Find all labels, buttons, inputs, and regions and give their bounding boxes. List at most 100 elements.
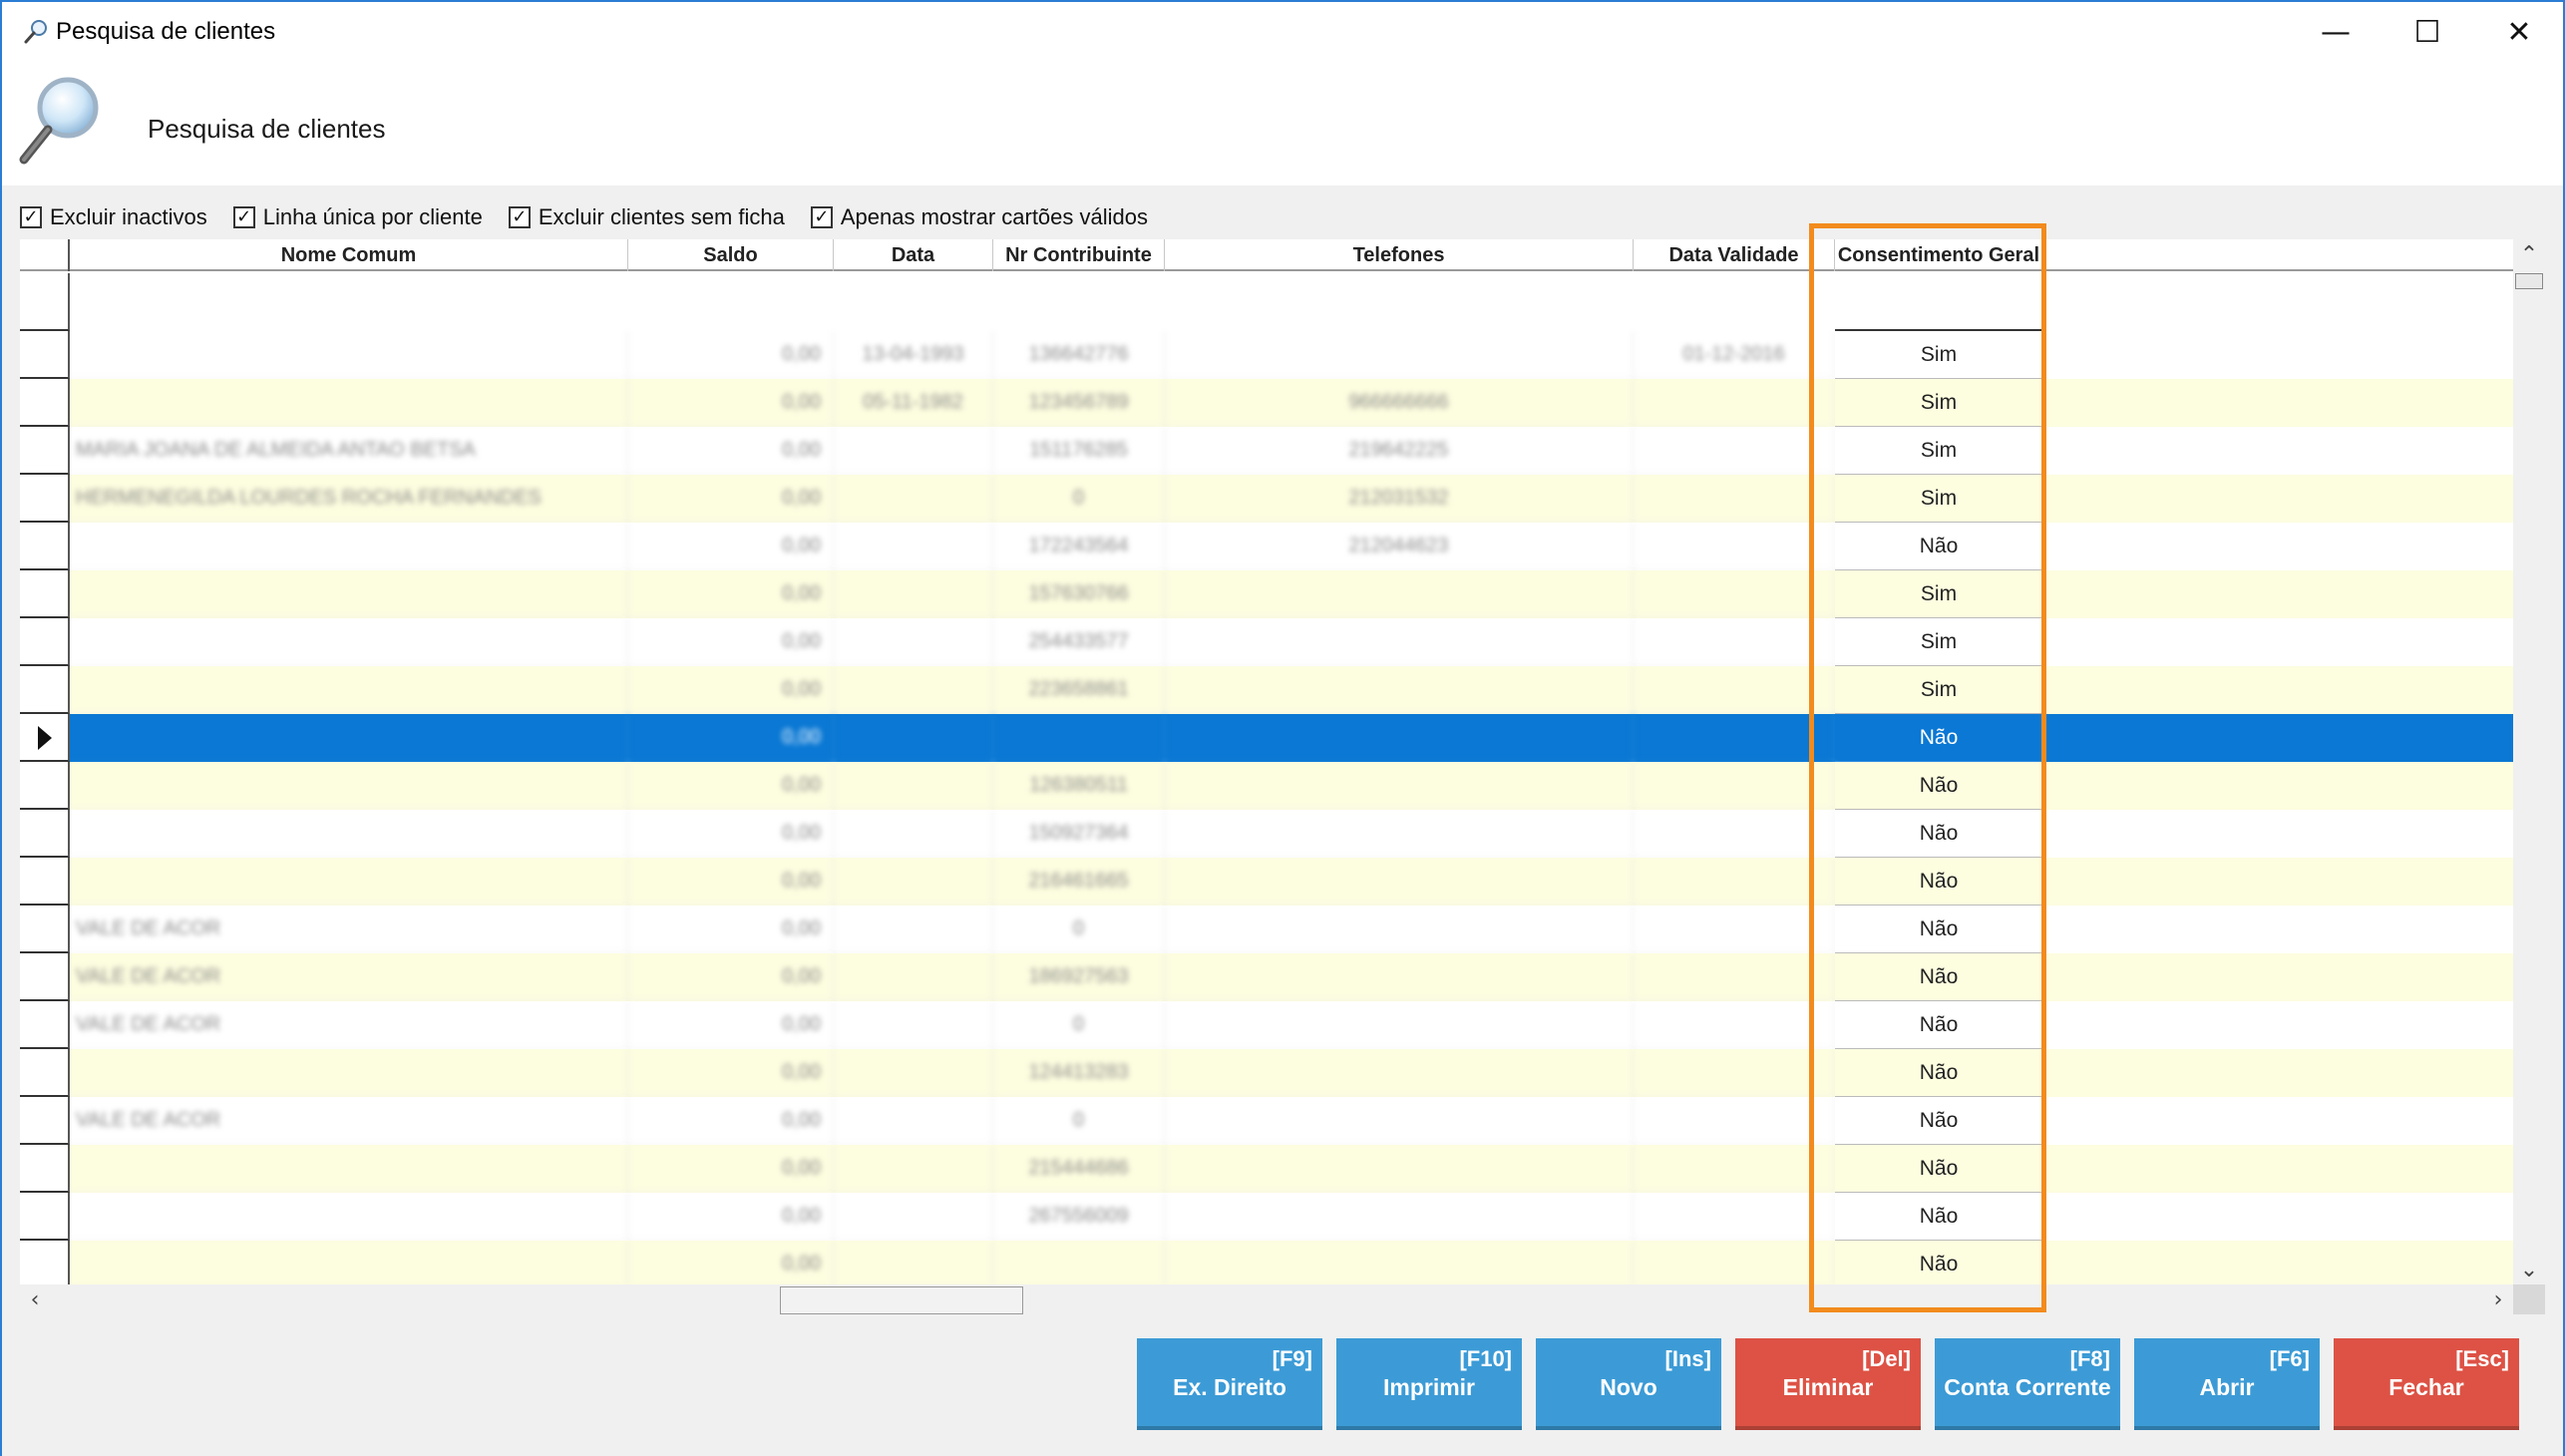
cell-saldo[interactable]: 0,00: [628, 570, 834, 618]
fechar-button[interactable]: [Esc] Fechar: [2334, 1338, 2519, 1430]
filter-single-line[interactable]: ✓ Linha única por cliente: [232, 204, 483, 230]
cell-consentimento[interactable]: Não: [1835, 714, 2044, 762]
cell-saldo[interactable]: 0,00: [628, 618, 834, 666]
cell-nome[interactable]: [70, 858, 628, 906]
table-row[interactable]: 0,00 157630766 Sim: [20, 570, 2513, 618]
cell-saldo[interactable]: 0,00: [628, 858, 834, 906]
cell-data[interactable]: [834, 953, 993, 1001]
row-indicator[interactable]: [20, 858, 70, 906]
column-header-telefones[interactable]: Telefones: [1165, 239, 1634, 271]
cell-nome[interactable]: [70, 714, 628, 762]
cell-nif[interactable]: 124413283: [993, 1049, 1165, 1097]
column-header-consentimento[interactable]: Consentimento Geral: [1835, 239, 2044, 271]
checkbox-icon[interactable]: ✓: [20, 206, 42, 228]
cell-validade[interactable]: [1634, 618, 1835, 666]
cell-nif[interactable]: 123456789: [993, 379, 1165, 427]
ex-direito-button[interactable]: [F9] Ex. Direito: [1137, 1338, 1322, 1430]
cell-nif[interactable]: 172243564: [993, 523, 1165, 570]
table-row[interactable]: 0,00 13-04-1993 136642776 01-12-2016 Sim: [20, 331, 2513, 379]
cell-saldo[interactable]: 0,00: [628, 714, 834, 762]
cell-nif[interactable]: 215444686: [993, 1145, 1165, 1193]
cell-consentimento[interactable]: Sim: [1835, 618, 2044, 666]
cell-consentimento[interactable]: Não: [1835, 1193, 2044, 1241]
cell-data[interactable]: [834, 858, 993, 906]
cell-consentimento[interactable]: Não: [1835, 1241, 2044, 1284]
cell-nif[interactable]: 0: [993, 1097, 1165, 1145]
column-header-nome[interactable]: Nome Comum: [70, 239, 628, 271]
cell-telefones[interactable]: [1165, 1241, 1634, 1284]
cell-telefones[interactable]: 219642225: [1165, 427, 1634, 475]
cell-telefones[interactable]: [1165, 906, 1634, 953]
cell-validade[interactable]: [1634, 1097, 1835, 1145]
row-indicator[interactable]: [20, 475, 70, 523]
cell-telefones[interactable]: 966666666: [1165, 379, 1634, 427]
cell-consentimento[interactable]: Sim: [1835, 427, 2044, 475]
cell-saldo[interactable]: 0,00: [628, 475, 834, 523]
cell-nome[interactable]: [70, 379, 628, 427]
cell-nif[interactable]: 136642776: [993, 331, 1165, 379]
cell-nome[interactable]: [70, 331, 628, 379]
cell-telefones[interactable]: [1165, 1001, 1634, 1049]
cell-validade[interactable]: [1634, 906, 1835, 953]
cell-nome[interactable]: [70, 618, 628, 666]
cell-saldo[interactable]: 0,00: [628, 331, 834, 379]
row-indicator[interactable]: [20, 1001, 70, 1049]
cell-consentimento[interactable]: Sim: [1835, 379, 2044, 427]
cell-consentimento[interactable]: Sim: [1835, 666, 2044, 714]
vertical-scrollbar[interactable]: ⌃ ⌄: [2513, 239, 2545, 1284]
close-button[interactable]: ✕: [2473, 2, 2565, 62]
cell-validade[interactable]: [1634, 762, 1835, 810]
cell-saldo[interactable]: 0,00: [628, 379, 834, 427]
cell-consentimento[interactable]: Não: [1835, 1145, 2044, 1193]
cell-validade[interactable]: [1634, 379, 1835, 427]
row-indicator[interactable]: [20, 1193, 70, 1241]
cell-data[interactable]: [834, 714, 993, 762]
table-row[interactable]: 0,00 Não: [20, 714, 2513, 762]
row-indicator[interactable]: [20, 953, 70, 1001]
cell-nome[interactable]: [70, 1241, 628, 1284]
cell-saldo[interactable]: 0,00: [628, 906, 834, 953]
cell-consentimento[interactable]: Não: [1835, 1001, 2044, 1049]
cell-nif[interactable]: 223658861: [993, 666, 1165, 714]
cell-telefones[interactable]: [1165, 1049, 1634, 1097]
cell-nif[interactable]: [993, 1241, 1165, 1284]
row-indicator[interactable]: [20, 714, 70, 762]
cell-telefones[interactable]: [1165, 1145, 1634, 1193]
cell-nif[interactable]: [993, 714, 1165, 762]
row-indicator[interactable]: [20, 1145, 70, 1193]
row-indicator[interactable]: [20, 1049, 70, 1097]
table-row[interactable]: 0,00 126380511 Não: [20, 762, 2513, 810]
cell-data[interactable]: [834, 618, 993, 666]
table-row[interactable]: HERMENEGILDA LOURDES ROCHA FERNANDES 0,00…: [20, 475, 2513, 523]
column-header-nif[interactable]: Nr Contribuinte: [993, 239, 1165, 271]
cell-nome[interactable]: [70, 1145, 628, 1193]
cell-consentimento[interactable]: Não: [1835, 1049, 2044, 1097]
cell-consentimento[interactable]: Não: [1835, 906, 2044, 953]
cell-consentimento[interactable]: Sim: [1835, 331, 2044, 379]
horizontal-scroll-thumb[interactable]: [780, 1286, 1023, 1314]
checkbox-icon[interactable]: ✓: [810, 206, 833, 228]
cell-nome[interactable]: VALE DE ACOR: [70, 953, 628, 1001]
cell-validade[interactable]: [1634, 858, 1835, 906]
cell-nome[interactable]: HERMENEGILDA LOURDES ROCHA FERNANDES: [70, 475, 628, 523]
cell-nome[interactable]: [70, 523, 628, 570]
row-indicator[interactable]: [20, 379, 70, 427]
cell-nif[interactable]: 150927364: [993, 810, 1165, 858]
cell-saldo[interactable]: 0,00: [628, 1049, 834, 1097]
table-row[interactable]: VALE DE ACOR 0,00 186927563 Não: [20, 953, 2513, 1001]
cell-nif[interactable]: 157630766: [993, 570, 1165, 618]
table-row[interactable]: 0,00 150927364 Não: [20, 810, 2513, 858]
cell-data[interactable]: [834, 906, 993, 953]
table-row[interactable]: VALE DE ACOR 0,00 0 Não: [20, 1001, 2513, 1049]
cell-nif[interactable]: 267556009: [993, 1193, 1165, 1241]
filter-row[interactable]: [20, 273, 2513, 331]
cell-nome[interactable]: VALE DE ACOR: [70, 1097, 628, 1145]
cell-saldo[interactable]: 0,00: [628, 1193, 834, 1241]
cell-validade[interactable]: [1634, 810, 1835, 858]
cell-consentimento[interactable]: Não: [1835, 810, 2044, 858]
scroll-down-icon[interactable]: ⌄: [2513, 1255, 2545, 1284]
cell-validade[interactable]: [1634, 714, 1835, 762]
cell-nif[interactable]: 0: [993, 906, 1165, 953]
cell-saldo[interactable]: 0,00: [628, 523, 834, 570]
cell-nome[interactable]: [70, 810, 628, 858]
